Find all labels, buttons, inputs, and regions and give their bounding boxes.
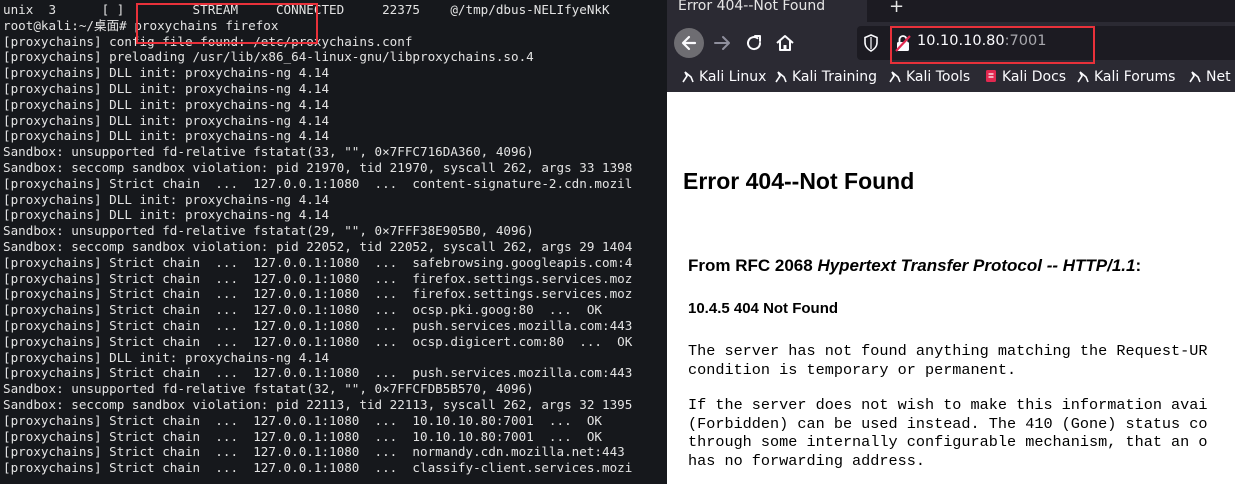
- paragraph-line: The server has not found anything matchi…: [688, 342, 1208, 360]
- bookmark-label: Kali Training: [792, 69, 877, 85]
- terminal-line: [proxychains] DLL init: proxychains-ng 4…: [3, 112, 330, 128]
- bookmark-net[interactable]: Net: [1189, 69, 1231, 85]
- terminal-line: Sandbox: unsupported fd-relative fstatat…: [3, 144, 534, 160]
- terminal-line: Sandbox: seccomp sandbox violation: pid …: [3, 396, 633, 412]
- paragraph-line: through some internally configurable mec…: [688, 433, 1208, 451]
- terminal-line: [proxychains] Strict chain ... 127.0.0.1…: [3, 175, 633, 191]
- paragraph-line: (Forbidden) can be used instead. The 410…: [688, 414, 1208, 433]
- page-content: Error 404--Not Found From RFC 2068 Hyper…: [667, 92, 1235, 484]
- terminal-line: [proxychains] DLL init: proxychains-ng 4…: [3, 128, 330, 144]
- new-tab-button[interactable]: +: [889, 0, 904, 17]
- bookmark-label: Kali Docs: [1002, 69, 1067, 85]
- bookmark-label: Net: [1206, 69, 1231, 85]
- terminal-output: unix 3 [ ] STREAM CONNECTED 22375 @/tmp/…: [3, 2, 632, 476]
- arrow-left-icon: [681, 35, 697, 51]
- tab-strip: Error 404--Not Found +: [667, 0, 1235, 22]
- bookmark-kali-training[interactable]: Kali Training: [775, 69, 877, 85]
- kali-dragon-icon: [1077, 71, 1089, 83]
- forward-button[interactable]: [710, 31, 734, 55]
- url-highlight-box: [890, 26, 1095, 64]
- terminal-line: [proxychains] Strict chain ... 127.0.0.1…: [3, 302, 602, 318]
- terminal-line: Sandbox: unsupported fd-relative fstatat…: [3, 381, 534, 397]
- bookmark-kali-forums[interactable]: Kali Forums: [1077, 69, 1175, 85]
- reload-button[interactable]: [742, 31, 766, 55]
- bookmarks-toolbar: Kali Linux Kali Training Kali Tools Kali…: [667, 64, 1235, 92]
- tab-title: Error 404--Not Found: [678, 0, 826, 14]
- bookmark-label: Kali Tools: [906, 69, 971, 85]
- terminal-line: [proxychains] Strict chain ... 127.0.0.1…: [3, 254, 633, 270]
- terminal-line: [proxychains] DLL init: proxychains-ng 4…: [3, 96, 330, 112]
- bookmark-kali-tools[interactable]: Kali Tools: [889, 69, 970, 85]
- command-highlight-box: [136, 3, 318, 44]
- terminal-window[interactable]: unix 3 [ ] STREAM CONNECTED 22375 @/tmp/…: [0, 0, 667, 484]
- bookmark-label: Kali Linux: [699, 69, 767, 85]
- terminal-line: [proxychains] DLL init: proxychains-ng 4…: [3, 207, 330, 223]
- arrow-right-icon: [714, 36, 730, 50]
- kali-dragon-icon: [1189, 71, 1201, 83]
- paragraph-line: condition is temporary or permanent.: [688, 360, 1017, 379]
- terminal-line: [proxychains] Strict chain ... 127.0.0.1…: [3, 460, 633, 476]
- bookmark-kali-linux[interactable]: Kali Linux: [682, 69, 766, 85]
- terminal-line: [proxychains] Strict chain ... 127.0.0.1…: [3, 270, 633, 286]
- paragraph-line: has no forwarding address.: [688, 451, 925, 470]
- terminal-line: [proxychains] Strict chain ... 127.0.0.1…: [3, 365, 633, 381]
- kali-dragon-icon: [682, 71, 694, 83]
- home-button[interactable]: [773, 31, 797, 55]
- kali-docs-icon: [986, 70, 996, 82]
- home-icon: [776, 35, 794, 51]
- terminal-line: Sandbox: seccomp sandbox violation: pid …: [3, 159, 633, 175]
- rfc-prefix: From RFC 2068: [688, 256, 818, 275]
- paragraph-line: If the server does not wish to make this…: [688, 396, 1208, 414]
- kali-dragon-icon: [775, 71, 787, 83]
- rfc-heading: From RFC 2068 Hypertext Transfer Protoco…: [688, 256, 1141, 276]
- terminal-line: [proxychains] Strict chain ... 127.0.0.1…: [3, 412, 602, 428]
- terminal-line: [proxychains] DLL init: proxychains-ng 4…: [3, 65, 330, 81]
- terminal-line: [proxychains] Strict chain ... 127.0.0.1…: [3, 444, 625, 460]
- terminal-line: [proxychains] DLL init: proxychains-ng 4…: [3, 349, 330, 365]
- rfc-title: Hypertext Transfer Protocol -- HTTP/1.1: [817, 256, 1136, 275]
- kali-dragon-icon: [889, 71, 901, 83]
- terminal-line: Sandbox: seccomp sandbox violation: pid …: [3, 238, 633, 254]
- back-button[interactable]: [674, 28, 704, 58]
- terminal-line: [proxychains] Strict chain ... 127.0.0.1…: [3, 428, 602, 444]
- terminal-line: [proxychains] DLL init: proxychains-ng 4…: [3, 80, 330, 96]
- page-title: Error 404--Not Found: [683, 168, 915, 194]
- shield-icon[interactable]: [863, 34, 879, 52]
- terminal-line: Sandbox: unsupported fd-relative fstatat…: [3, 223, 534, 239]
- terminal-line: [proxychains] DLL init: proxychains-ng 4…: [3, 191, 330, 207]
- terminal-line: [proxychains] Strict chain ... 127.0.0.1…: [3, 333, 633, 349]
- bookmark-kali-docs[interactable]: Kali Docs: [985, 69, 1066, 85]
- terminal-line: [proxychains] preloading /usr/lib/x86_64…: [3, 49, 534, 65]
- bookmark-label: Kali Forums: [1094, 69, 1176, 85]
- tab-error-404[interactable]: Error 404--Not Found: [667, 0, 867, 22]
- reload-icon: [747, 35, 762, 51]
- rfc-suffix: :: [1135, 256, 1142, 275]
- browser-window: Error 404--Not Found + 10.10.10.80:7001 …: [667, 0, 1235, 484]
- section-heading: 10.4.5 404 Not Found: [688, 300, 839, 317]
- terminal-line: [proxychains] Strict chain ... 127.0.0.1…: [3, 317, 633, 333]
- terminal-line: [proxychains] Strict chain ... 127.0.0.1…: [3, 286, 633, 302]
